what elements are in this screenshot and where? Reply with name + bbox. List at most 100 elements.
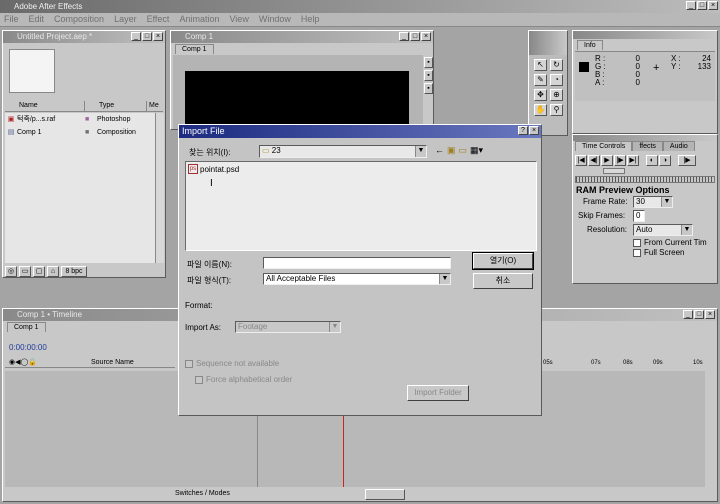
import-as-select[interactable]: Footage ▼ <box>235 321 341 333</box>
close-icon[interactable]: × <box>421 32 431 41</box>
new-comp-icon[interactable]: ▢ <box>33 265 45 277</box>
menu-animation[interactable]: Animation <box>179 13 219 26</box>
tab-audio[interactable]: Audio <box>662 141 695 151</box>
menu-bar: File Edit Composition Layer Effect Anima… <box>0 13 720 27</box>
maximize-icon[interactable]: □ <box>410 32 420 41</box>
close-icon[interactable]: × <box>529 126 539 135</box>
pen-tool-icon[interactable]: ✎ <box>534 74 547 86</box>
audio-icon[interactable]: ◑ <box>659 155 671 166</box>
import-folder-button[interactable]: Import Folder <box>407 385 469 401</box>
menu-composition[interactable]: Composition <box>54 13 104 26</box>
close-icon[interactable]: × <box>153 32 163 41</box>
list-item[interactable]: ps pointat.psd <box>186 162 536 174</box>
tools-title-bar <box>529 31 567 55</box>
col-source-name[interactable]: Source Name <box>91 358 134 368</box>
loop-icon[interactable]: ◐ <box>646 155 658 166</box>
force-alphabetical-checkbox[interactable] <box>195 375 203 384</box>
maximize-icon[interactable]: □ <box>697 1 707 10</box>
dialog-title-bar: Import File ? × <box>179 125 541 138</box>
project-footer: ◎ ▭ ▢ ⌂ 8 bpc <box>5 265 163 277</box>
switches-modes-toggle[interactable]: Switches / Modes <box>175 489 230 499</box>
menu-effect[interactable]: Effect <box>147 13 170 26</box>
zoom-slider[interactable] <box>365 489 405 500</box>
comp-option-icon[interactable]: ▪ <box>424 83 433 94</box>
help-icon[interactable]: ? <box>518 126 528 135</box>
project-window: Untitled Project.aep * _ □ × Name Type Me … <box>2 30 166 278</box>
skip-frames-input[interactable]: 0 <box>633 210 645 222</box>
open-button[interactable]: 열기(O) <box>472 252 534 270</box>
rotation-tool-icon[interactable]: ↻ <box>550 59 563 71</box>
app-title: Adobe After Effects <box>14 2 83 11</box>
bit-depth-label[interactable]: 8 bpc <box>61 265 87 277</box>
look-in-select[interactable]: ▭ 23 ▼ <box>259 145 427 158</box>
list-item[interactable]: ▤ Comp 1 ■ Composition <box>5 126 155 139</box>
hand-tool-icon[interactable]: ✋ <box>534 104 547 116</box>
next-frame-icon[interactable]: |▶ <box>614 155 626 166</box>
sequence-checkbox[interactable] <box>185 359 193 368</box>
minimize-icon[interactable]: _ <box>683 310 693 319</box>
jog-control[interactable] <box>603 168 625 174</box>
col-more[interactable]: Me <box>147 101 159 111</box>
comp-canvas[interactable] <box>185 71 409 129</box>
track-z-icon[interactable]: ⊕ <box>550 89 563 101</box>
last-frame-icon[interactable]: ▶| <box>627 155 639 166</box>
dialog-toolbar: ← ▣ ▭ ▦▾ <box>435 145 483 156</box>
menu-help[interactable]: Help <box>301 13 320 26</box>
filetype-select[interactable]: All Acceptable Files ▼ <box>263 273 451 285</box>
tab-effects[interactable]: ffects <box>632 141 663 151</box>
minimize-icon[interactable]: _ <box>131 32 141 41</box>
frame-rate-select[interactable]: 30 ▼ <box>633 196 673 208</box>
cancel-button[interactable]: 취소 <box>473 273 533 289</box>
minimize-icon[interactable]: _ <box>686 1 696 10</box>
maximize-icon[interactable]: □ <box>142 32 152 41</box>
transport-controls: |◀ ◀| ▶ |▶ ▶| ◐ ◑ |▶ <box>573 151 717 166</box>
view-menu-icon[interactable]: ▦▾ <box>470 145 483 156</box>
resolution-select[interactable]: Auto ▼ <box>633 224 693 236</box>
current-time[interactable]: 0:00:00:00 <box>9 343 47 352</box>
full-screen-checkbox[interactable] <box>633 248 641 257</box>
comp-option-icon[interactable]: ▪ <box>424 70 433 81</box>
zoom-tool-icon[interactable]: ⚲ <box>550 104 563 116</box>
new-folder-icon[interactable]: ▭ <box>459 145 468 156</box>
menu-window[interactable]: Window <box>259 13 291 26</box>
trash-icon[interactable]: ⌂ <box>47 265 59 277</box>
play-icon[interactable]: ▶ <box>601 155 613 166</box>
folder-icon[interactable]: ▭ <box>19 265 31 277</box>
first-frame-icon[interactable]: |◀ <box>575 155 587 166</box>
close-icon[interactable]: × <box>708 1 718 10</box>
orbit-camera-icon[interactable]: ◔ <box>550 74 563 86</box>
timeline-ruler: 05s 07s 08s 09s 10s <box>543 358 713 368</box>
col-name[interactable]: Name <box>5 101 85 111</box>
tab-timeline-comp-1[interactable]: Comp 1 <box>7 322 46 332</box>
menu-file[interactable]: File <box>4 13 19 26</box>
up-folder-icon[interactable]: ▣ <box>447 145 456 156</box>
info-title-bar <box>573 31 717 39</box>
comp-viewer[interactable] <box>173 55 423 129</box>
ram-preview-icon[interactable]: |▶ <box>678 155 696 166</box>
minimize-icon[interactable]: _ <box>399 32 409 41</box>
tab-time-controls[interactable]: Time Controls <box>575 141 633 151</box>
selection-tool-icon[interactable]: ↖ <box>534 59 547 71</box>
menu-layer[interactable]: Layer <box>114 13 137 26</box>
comp-title-bar: Comp 1 _ □ × <box>171 31 433 43</box>
filename-input[interactable] <box>263 257 451 269</box>
binoculars-icon[interactable]: ◎ <box>5 265 17 277</box>
tab-comp-1[interactable]: Comp 1 <box>175 44 214 54</box>
project-scrollbar[interactable] <box>155 113 164 263</box>
menu-view[interactable]: View <box>229 13 248 26</box>
tab-info[interactable]: Info <box>577 40 603 50</box>
shuttle-bar[interactable] <box>575 176 715 183</box>
crosshair-icon: + <box>653 62 660 74</box>
list-item[interactable]: ▣ 턱죽/p...s.raf ■ Photoshop <box>5 113 155 126</box>
track-xy-icon[interactable]: ✥ <box>534 89 547 101</box>
dialog-title: Import File <box>182 126 225 136</box>
menu-edit[interactable]: Edit <box>29 13 45 26</box>
comp-option-icon[interactable]: ▪ <box>424 57 433 68</box>
timeline-columns: ◉◀◯🔒 Source Name <box>5 358 175 368</box>
prev-frame-icon[interactable]: ◀| <box>588 155 600 166</box>
close-icon[interactable]: × <box>705 310 715 319</box>
back-icon[interactable]: ← <box>435 145 444 156</box>
col-type[interactable]: Type <box>85 101 147 111</box>
from-current-checkbox[interactable] <box>633 238 641 247</box>
maximize-icon[interactable]: □ <box>694 310 704 319</box>
